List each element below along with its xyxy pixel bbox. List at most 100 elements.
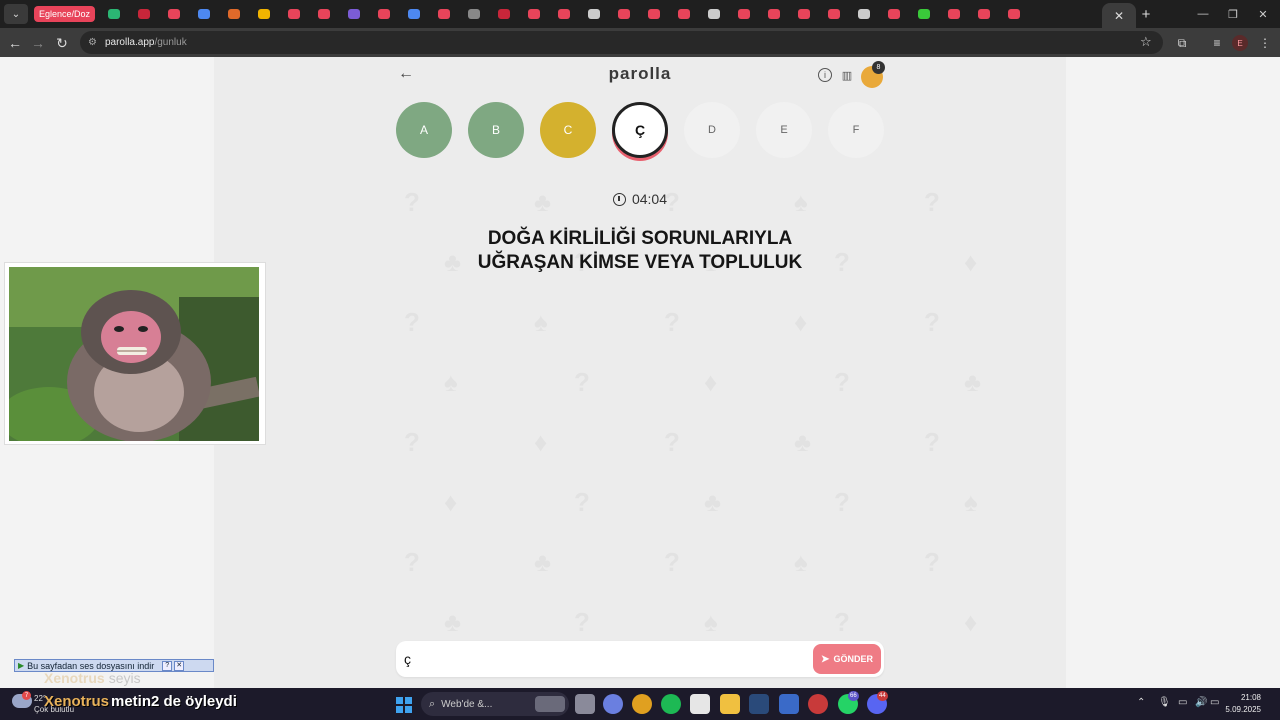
background-pattern-glyph: ♦ <box>534 427 548 457</box>
faded-name: Xenotrus <box>44 670 105 686</box>
tab-search-button[interactable]: ⌄ <box>4 4 28 24</box>
tab-favicon[interactable] <box>999 4 1029 24</box>
tab-favicon[interactable] <box>399 4 429 24</box>
twitch-icon[interactable] <box>690 694 710 714</box>
game-launcher-icon[interactable] <box>779 694 799 714</box>
new-tab-button[interactable]: + <box>1136 4 1156 24</box>
tab-favicon[interactable] <box>189 4 219 24</box>
reload-icon[interactable]: ↻ <box>52 33 72 53</box>
tab-favicon[interactable] <box>339 4 369 24</box>
battery-icon[interactable]: ▭ <box>1210 697 1219 708</box>
answer-input[interactable] <box>404 647 804 671</box>
tab-favicon[interactable] <box>219 4 249 24</box>
tab-favicon[interactable] <box>609 4 639 24</box>
tab-favicon[interactable] <box>99 4 129 24</box>
windows-start-icon[interactable] <box>396 697 412 713</box>
tab-favicon[interactable] <box>909 4 939 24</box>
back-icon[interactable]: ← <box>5 33 25 53</box>
background-pattern-glyph: ? <box>574 487 590 517</box>
close-window-button[interactable]: ✕ <box>1248 4 1278 24</box>
tab-favicon[interactable] <box>879 4 909 24</box>
steam-icon[interactable] <box>749 694 769 714</box>
bookmark-star-icon[interactable]: ☆ <box>1140 34 1152 50</box>
profile-avatar[interactable]: E <box>1232 35 1248 51</box>
question-text: DOĞA KİRLİLİĞİ SORUNLARIYLA UĞRAŞAN KİMS… <box>440 227 840 275</box>
favicon-icon <box>258 9 271 19</box>
tab-group-label[interactable]: Eglence/Doz <box>34 6 96 22</box>
info-icon[interactable]: i <box>818 68 832 82</box>
back-arrow-icon[interactable]: ← <box>398 65 414 85</box>
close-icon[interactable]: ✕ <box>174 660 185 671</box>
tab-favicon[interactable] <box>459 4 489 24</box>
app-red-icon[interactable] <box>808 694 828 714</box>
forward-icon[interactable]: → <box>28 33 48 53</box>
tab-favicon[interactable] <box>369 4 399 24</box>
tab-favicon[interactable] <box>429 4 459 24</box>
file-explorer-icon[interactable] <box>720 694 740 714</box>
tab-favicon[interactable] <box>129 4 159 24</box>
favicon-icon <box>918 9 931 19</box>
task-view-icon[interactable] <box>575 694 595 714</box>
send-button[interactable]: ➤ GÖNDER <box>813 644 881 674</box>
tab-favicon[interactable] <box>159 4 189 24</box>
tab-favicon[interactable] <box>579 4 609 24</box>
url-field[interactable]: ⚙ parolla.app/gunluk <box>80 31 1163 54</box>
tab-favicon[interactable] <box>279 4 309 24</box>
favicon-icon <box>438 9 451 19</box>
chrome-icon[interactable] <box>632 694 652 714</box>
favicon-icon <box>978 9 991 19</box>
whatsapp-badge: 66 <box>848 691 859 701</box>
tab-favicon[interactable] <box>759 4 789 24</box>
background-pattern-glyph: ? <box>924 307 940 337</box>
tab-favicon[interactable] <box>699 4 729 24</box>
active-tab-close[interactable]: ✕ <box>1102 3 1136 28</box>
tab-favicon[interactable] <box>549 4 579 24</box>
restore-button[interactable]: ❐ <box>1218 4 1248 24</box>
background-pattern-glyph: ? <box>404 307 420 337</box>
favicon-icon <box>468 9 481 19</box>
letter-done: B <box>468 102 524 158</box>
spotify-icon[interactable] <box>661 694 681 714</box>
letter-todo: D <box>684 102 740 158</box>
microphone-icon[interactable]: 🎙 <box>1158 697 1171 708</box>
app-logo[interactable]: parolla <box>560 64 720 84</box>
tab-favicon[interactable] <box>249 4 279 24</box>
clock-date[interactable]: 5.09.2025 <box>1221 705 1261 714</box>
search-placeholder: Web'de &... <box>441 698 493 710</box>
menu-kebab-icon[interactable]: ⋮ <box>1256 34 1274 52</box>
tab-favicon[interactable] <box>519 4 549 24</box>
media-control-icon[interactable]: ≡ <box>1208 34 1226 52</box>
tab-favicon[interactable] <box>969 4 999 24</box>
background-pattern-glyph: ♣ <box>534 187 552 217</box>
clock-time[interactable]: 21:08 <box>1221 693 1261 702</box>
minimize-button[interactable]: — <box>1188 4 1218 24</box>
tray-chevron-icon[interactable]: ⌃ <box>1137 697 1145 708</box>
favicon-icon <box>378 9 391 19</box>
tab-favicon[interactable] <box>819 4 849 24</box>
copilot-icon[interactable] <box>603 694 623 714</box>
tab-favicon[interactable] <box>639 4 669 24</box>
background-pattern-glyph: ? <box>834 487 850 517</box>
help-icon[interactable]: ? <box>162 660 173 671</box>
tab-favicon[interactable] <box>939 4 969 24</box>
network-icon[interactable]: ▭ <box>1178 697 1187 708</box>
background-pattern-glyph: ♦ <box>794 307 808 337</box>
extensions-icon[interactable]: ⧉ <box>1173 34 1191 52</box>
background-pattern-glyph: ♣ <box>964 367 982 397</box>
site-info-icon[interactable]: ⚙ <box>88 37 97 48</box>
background-pattern-glyph: ♣ <box>704 487 722 517</box>
tab-favicon[interactable] <box>729 4 759 24</box>
tab-favicon[interactable] <box>789 4 819 24</box>
tab-favicon[interactable] <box>849 4 879 24</box>
background-pattern-glyph: ? <box>834 607 850 637</box>
favicon-icon <box>1008 9 1021 19</box>
tab-favicon[interactable] <box>309 4 339 24</box>
stats-icon[interactable]: ▥ <box>840 68 854 82</box>
letter-current: Ç <box>612 102 668 158</box>
background-pattern-glyph: ♠ <box>704 607 718 637</box>
tab-favicon[interactable] <box>489 4 519 24</box>
tab-favicon[interactable] <box>669 4 699 24</box>
favicon-icon <box>588 9 601 19</box>
taskbar-search[interactable]: ⌕ Web'de &... <box>421 692 569 716</box>
volume-icon[interactable]: 🔊 <box>1195 697 1207 708</box>
